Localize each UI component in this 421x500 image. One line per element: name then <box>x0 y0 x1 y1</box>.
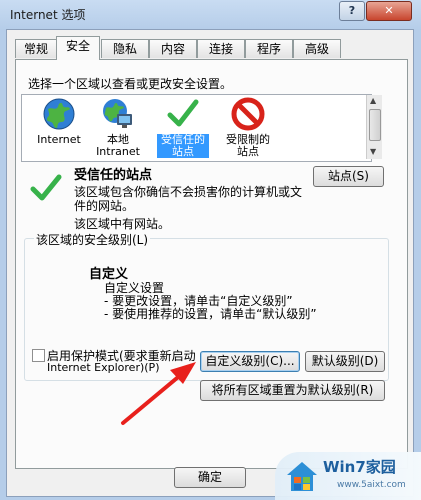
watermark-title: Win7家园 <box>323 458 396 476</box>
zone-description-line-2: 件的网站。 <box>74 199 135 213</box>
zone-trusted-sites[interactable]: 受信任的 站点 <box>157 97 209 158</box>
protected-mode-label-2[interactable]: Internet Explorer)(P) <box>47 361 159 374</box>
tab-connections[interactable]: 连接 <box>197 39 245 58</box>
globe-icon <box>43 98 75 130</box>
zone-local-intranet[interactable]: 本地 Intranet <box>92 97 144 158</box>
checkmark-icon <box>167 99 199 127</box>
trusted-zone-check-icon <box>30 174 62 201</box>
help-button[interactable]: ? <box>339 1 365 21</box>
tab-general[interactable]: 常规 <box>15 39 57 58</box>
scroll-up-icon[interactable]: ▲ <box>370 96 376 105</box>
tab-privacy[interactable]: 隐私 <box>101 39 149 58</box>
close-button[interactable]: ✕ <box>366 1 412 21</box>
restricted-icon <box>231 97 265 131</box>
scroll-down-icon[interactable]: ▼ <box>370 147 376 156</box>
tab-advanced[interactable]: 高级 <box>293 39 341 58</box>
default-level-button[interactable]: 默认级别(D) <box>305 351 385 372</box>
zone-site-count: 该区域中有网站。 <box>74 217 171 231</box>
zone-list-scrollbar[interactable]: ▲ ▼ <box>366 95 382 159</box>
tab-content[interactable]: 内容 <box>149 39 197 58</box>
protected-mode-checkbox[interactable] <box>32 349 45 362</box>
custom-line-3: - 要使用推荐的设置，请单击“默认级别” <box>104 307 317 321</box>
zone-title: 受信任的站点 <box>74 168 153 183</box>
zone-restricted-sites[interactable]: 受限制的 站点 <box>222 97 274 158</box>
zone-restricted-label-2: 站点 <box>237 145 259 158</box>
watermark-badge: Win7家园 www.5aixt.com <box>275 452 421 500</box>
sites-button[interactable]: 站点(S) <box>313 166 384 187</box>
zone-list[interactable]: Internet 本地 Intranet 受信任的 站点 受限制的 站点 <box>21 94 372 162</box>
zone-trusted-label-2: 站点 <box>157 146 209 158</box>
zone-local-label-2: Intranet <box>96 145 140 158</box>
zone-instruction: 选择一个区域以查看或更改安全设置。 <box>28 77 233 91</box>
watermark-logo-icon <box>287 462 317 491</box>
dialog-window: Internet 选项 ? ✕ 常规 安全 隐私 内容 连接 程序 高级 选择一… <box>0 0 421 500</box>
window-title: Internet 选项 <box>10 8 86 22</box>
zone-internet-label: Internet <box>37 133 81 146</box>
zone-internet[interactable]: Internet <box>33 97 85 146</box>
security-level-title: 该区域的安全级别(L) <box>34 231 151 248</box>
watermark-url: www.5aixt.com <box>337 480 406 490</box>
local-intranet-icon <box>103 99 132 128</box>
ok-button[interactable]: 确定 <box>174 467 246 488</box>
scroll-thumb[interactable] <box>369 109 381 141</box>
custom-level-button[interactable]: 自定义级别(C)... <box>200 351 300 372</box>
title-bar[interactable]: Internet 选项 ? ✕ <box>0 0 421 28</box>
reset-all-zones-button[interactable]: 将所有区域重置为默认级别(R) <box>200 380 385 401</box>
tab-programs[interactable]: 程序 <box>245 39 293 58</box>
tab-security[interactable]: 安全 <box>56 36 100 60</box>
